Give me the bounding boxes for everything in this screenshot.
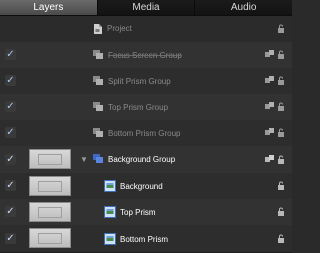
lock-icon[interactable] [277, 76, 286, 85]
group-stack-icon[interactable] [265, 155, 275, 164]
tab-audio[interactable]: Audio [194, 0, 293, 15]
group-stack-icon[interactable] [265, 76, 275, 85]
layer-label: Top Prism Group [108, 103, 169, 112]
disclosure-triangle-icon[interactable]: ▼ [80, 155, 88, 164]
layers-panel: Layers Media Audio Project ✓ Focus Scree… [0, 0, 293, 253]
group-icon [93, 50, 103, 59]
layer-row-bottom-prism-group[interactable]: ✓ Bottom Prism Group [0, 120, 292, 147]
layer-thumbnail [29, 149, 71, 169]
group-icon [93, 76, 103, 85]
layer-enable-checkbox[interactable]: ✓ [5, 206, 16, 217]
layer-enable-checkbox[interactable]: ✓ [5, 101, 16, 112]
group-stack-icon[interactable] [265, 50, 275, 59]
layer-thumbnail [29, 202, 71, 222]
layer-row-split-prism-group[interactable]: ✓ Split Prism Group [0, 68, 292, 95]
image-layer-icon [104, 180, 116, 192]
layer-label: Background [120, 182, 163, 191]
lock-icon[interactable] [277, 181, 286, 190]
lock-icon[interactable] [277, 50, 286, 59]
layer-row-top-prism-group[interactable]: ✓ Top Prism Group [0, 94, 292, 121]
group-icon [93, 154, 103, 163]
group-icon [93, 102, 103, 111]
tab-layers[interactable]: Layers [0, 0, 97, 15]
group-stack-icon[interactable] [265, 102, 275, 111]
project-document-icon [94, 24, 102, 34]
layer-row-background[interactable]: ✓ Background [0, 173, 292, 200]
group-icon [93, 128, 103, 137]
project-row[interactable]: Project [0, 16, 292, 43]
layer-row-bottom-prism[interactable]: ✓ Bottom Prism [0, 225, 292, 253]
layer-row-top-prism[interactable]: ✓ Top Prism [0, 199, 292, 226]
layer-row-background-group[interactable]: ✓ ▼ Background Group [0, 146, 292, 174]
project-label: Project [107, 24, 132, 33]
layer-enable-checkbox[interactable]: ✓ [5, 49, 16, 60]
group-stack-icon[interactable] [265, 128, 275, 137]
lock-icon[interactable] [277, 24, 286, 33]
layer-enable-checkbox[interactable]: ✓ [5, 127, 16, 138]
image-layer-icon [104, 206, 116, 218]
tab-media[interactable]: Media [96, 0, 195, 15]
layer-label: Focus Screen Group [108, 51, 182, 60]
layer-enable-checkbox[interactable]: ✓ [5, 75, 16, 86]
layer-enable-checkbox[interactable]: ✓ [5, 154, 16, 165]
image-layer-icon [104, 233, 116, 245]
layer-label: Background Group [108, 155, 176, 164]
layer-thumbnail [29, 228, 71, 248]
lock-icon[interactable] [277, 102, 286, 111]
layer-label: Top Prism [120, 208, 156, 217]
layer-enable-checkbox[interactable]: ✓ [5, 233, 16, 244]
layer-row-focus-screen-group[interactable]: ✓ Focus Screen Group [0, 42, 292, 69]
layer-enable-checkbox[interactable]: ✓ [5, 180, 16, 191]
layer-label: Bottom Prism [120, 235, 169, 244]
layer-label: Split Prism Group [108, 77, 171, 86]
lock-icon[interactable] [277, 234, 286, 243]
lock-icon[interactable] [277, 155, 286, 164]
lock-icon[interactable] [277, 207, 286, 216]
panel-tabs: Layers Media Audio [0, 0, 293, 16]
layer-label: Bottom Prism Group [108, 129, 181, 138]
layer-thumbnail [29, 176, 71, 196]
lock-icon[interactable] [277, 128, 286, 137]
